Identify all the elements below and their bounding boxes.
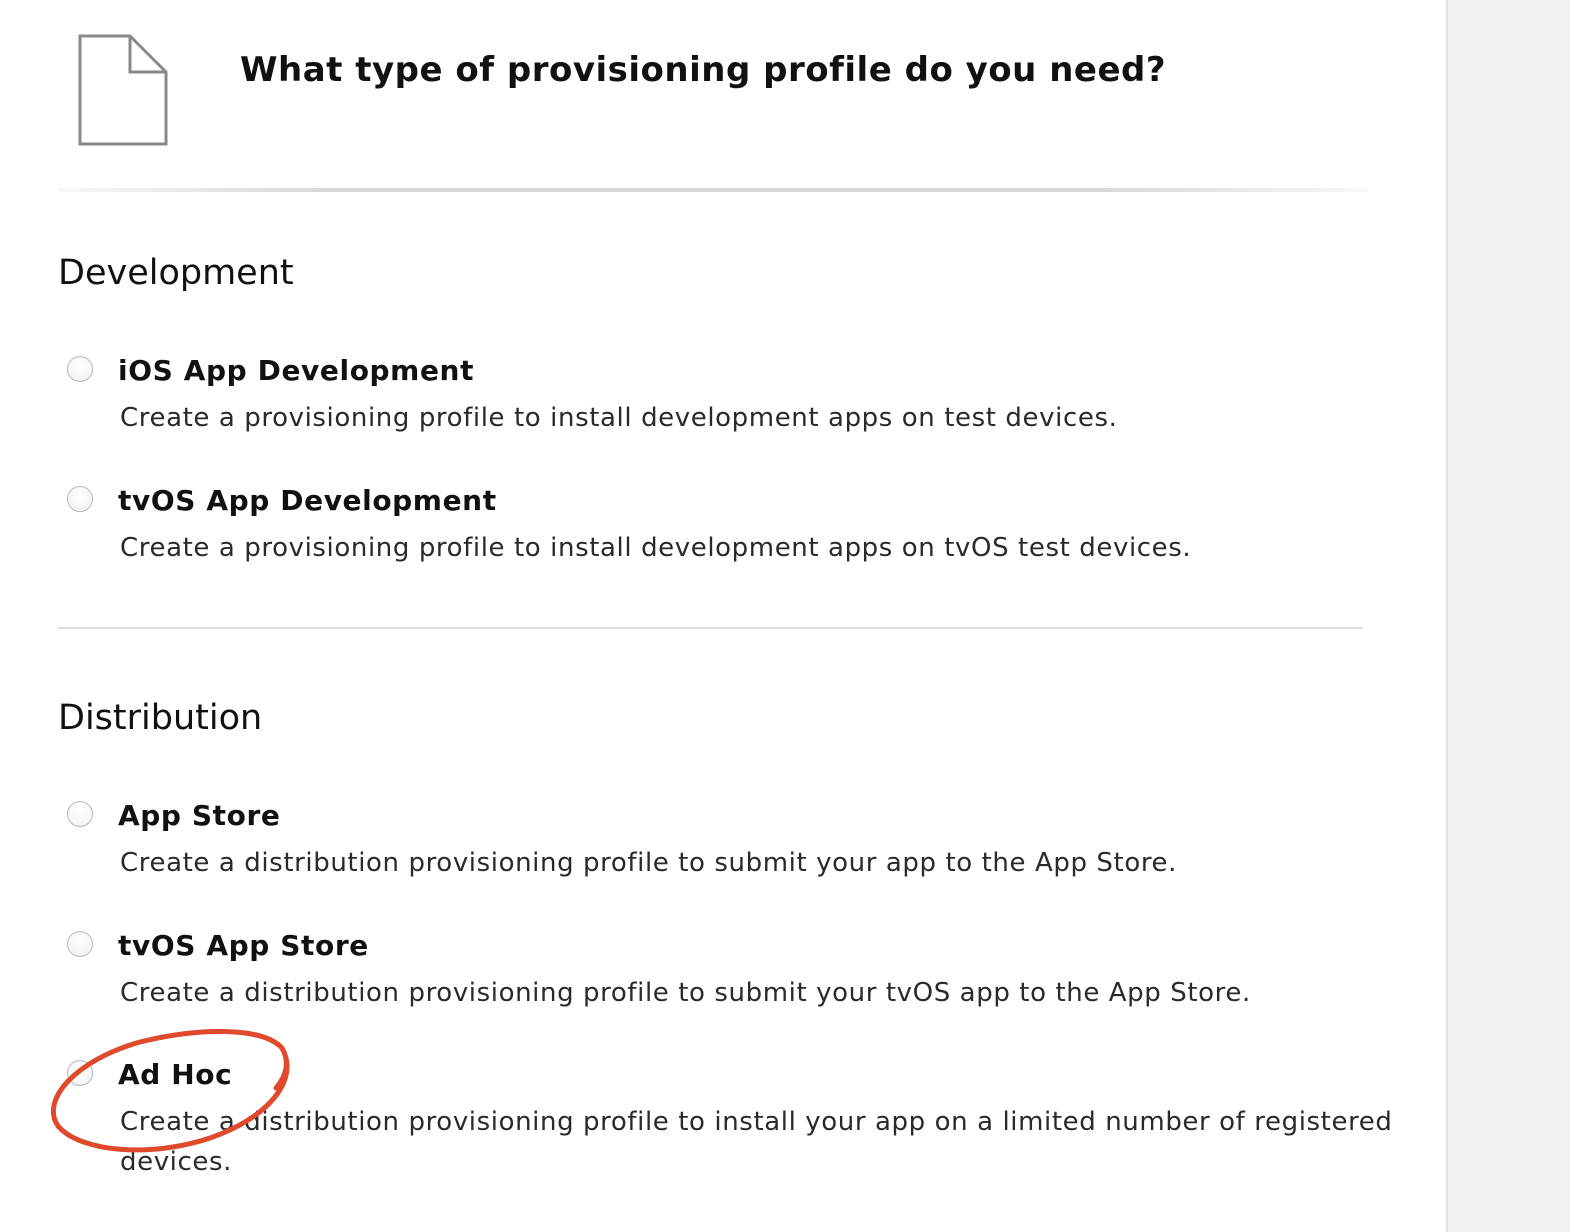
header-divider — [58, 188, 1368, 192]
red-ellipse-highlight — [50, 1028, 290, 1153]
option-description: Create a distribution provisioning profi… — [120, 848, 1178, 878]
document-icon — [78, 34, 168, 146]
page-title: What type of provisioning profile do you… — [240, 50, 1167, 90]
distribution-heading: Distribution — [58, 698, 263, 738]
option-title: Ad Hoc — [118, 1058, 233, 1091]
option-description: Create a provisioning profile to install… — [120, 533, 1192, 563]
radio-app-store[interactable] — [67, 801, 93, 827]
option-description: Create a provisioning profile to install… — [120, 403, 1118, 433]
option-title: iOS App Development — [118, 354, 475, 387]
option-title: tvOS App Store — [118, 929, 369, 962]
radio-ios-app-development[interactable] — [67, 356, 93, 382]
right-gutter — [1446, 0, 1570, 1232]
development-heading: Development — [58, 253, 294, 293]
option-description: Create a distribution provisioning profi… — [120, 1107, 1393, 1177]
option-description: Create a distribution provisioning profi… — [120, 978, 1251, 1008]
radio-ad-hoc[interactable] — [67, 1060, 93, 1086]
page: What type of provisioning profile do you… — [0, 0, 1570, 1232]
section-divider — [58, 627, 1363, 629]
option-title: App Store — [118, 799, 281, 832]
radio-tvos-app-development[interactable] — [67, 486, 93, 512]
option-title: tvOS App Development — [118, 484, 497, 517]
radio-tvos-app-store[interactable] — [67, 931, 93, 957]
